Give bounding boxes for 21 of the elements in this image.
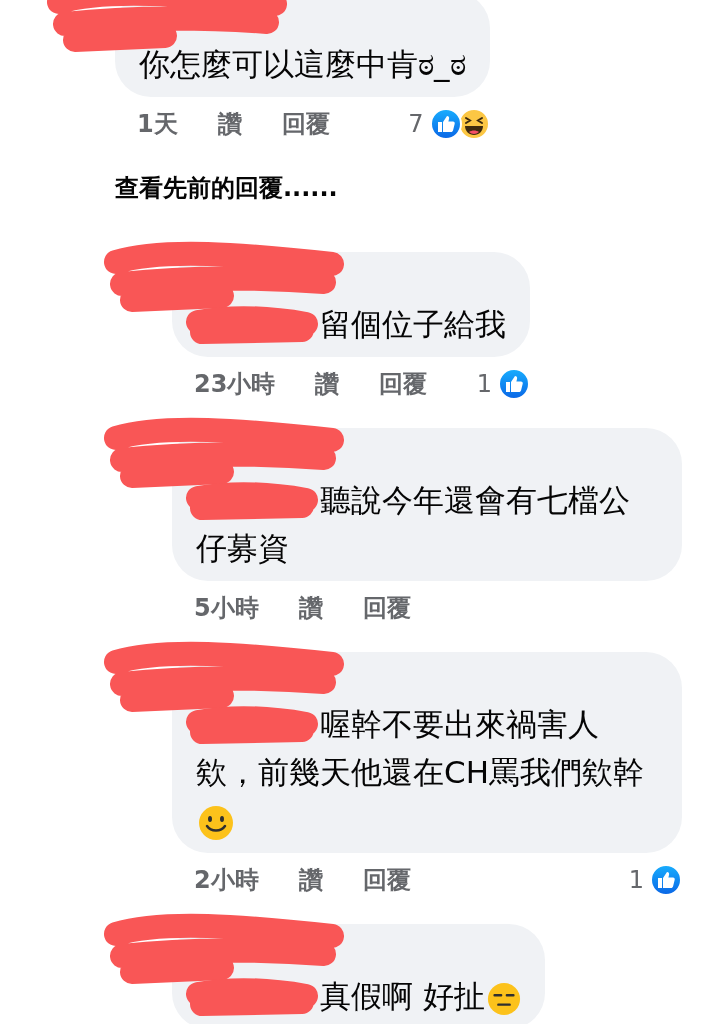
comment-time: 5小時 [194,593,259,624]
comment-text: 聽說今年還會有七檔公仔募資 [196,482,630,566]
like-link[interactable]: 讚 [298,864,323,896]
reply-link[interactable]: 回覆 [362,864,411,896]
reply-link[interactable]: 回覆 [379,368,428,400]
comment-text: 留個位子給我 [320,306,506,342]
like-link[interactable]: 讚 [298,592,323,624]
like-link[interactable]: 讚 [315,368,340,400]
reply-link[interactable]: 回覆 [281,108,330,140]
comment-text: 喔幹不要出來禍害人欸，前幾天他還在CH罵我們欸幹 [196,706,644,790]
reaction-count: 1 [628,866,644,894]
view-previous-replies-link[interactable]: 查看先前的回覆...... [115,168,338,208]
reaction-count: 7 [408,110,424,138]
like-link[interactable]: 讚 [217,108,242,140]
comment-time: 2小時 [194,865,259,896]
comment-text: 你怎麼可以這麼中肯ಠ_ಠ [139,46,466,82]
comment-text: 真假啊 好扯 [320,978,485,1014]
reaction-count: 1 [476,370,492,398]
reply-link[interactable]: 回覆 [362,592,411,624]
comment-time: 23小時 [194,369,276,400]
comment-time: 1天 [137,109,178,140]
